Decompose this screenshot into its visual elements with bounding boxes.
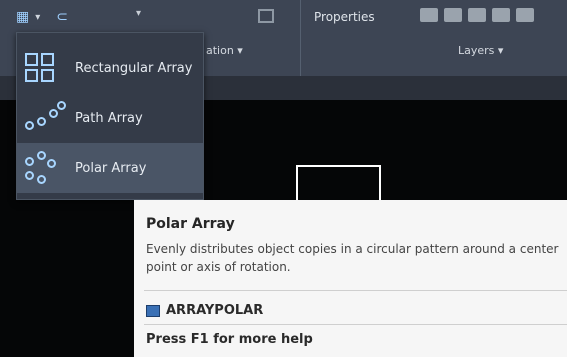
layer-tool-icon[interactable]: [444, 8, 462, 22]
menu-item-label: Rectangular Array: [75, 60, 193, 76]
tooltip-command: ARRAYPOLAR: [146, 303, 263, 318]
menu-item-polar-array[interactable]: Polar Array: [17, 143, 203, 193]
tooltip-divider: [144, 290, 567, 291]
tooltip-help-text: Press F1 for more help: [146, 332, 313, 347]
layers-panel-title[interactable]: Layers ▾: [458, 44, 503, 57]
layer-tool-icon[interactable]: [468, 8, 486, 22]
small-arrow-icon[interactable]: ▾: [136, 8, 141, 19]
array-icon[interactable]: ▦: [16, 9, 29, 25]
modify-panel-title[interactable]: ation ▾: [206, 44, 243, 57]
menu-item-label: Path Array: [75, 110, 143, 126]
table-icon[interactable]: [258, 9, 274, 23]
offset-icon[interactable]: ⊂: [56, 9, 68, 25]
layer-tool-icon[interactable]: [492, 8, 510, 22]
array-dropdown-menu: Rectangular Array Path Array Polar Array: [16, 32, 204, 200]
layer-tool-icon[interactable]: [516, 8, 534, 22]
properties-label[interactable]: Properties: [314, 10, 375, 24]
layer-tools: [420, 8, 534, 22]
polar-array-tooltip: Polar Array Evenly distributes object co…: [134, 200, 567, 357]
panel-separator: [300, 0, 301, 76]
tooltip-divider: [144, 324, 567, 325]
menu-item-path-array[interactable]: Path Array: [17, 93, 203, 143]
command-name: ARRAYPOLAR: [166, 303, 264, 318]
command-icon: [146, 304, 160, 317]
tooltip-description: Evenly distributes object copies in a ci…: [146, 242, 559, 274]
dropdown-arrow-icon[interactable]: ▾: [35, 12, 40, 23]
tooltip-title: Polar Array: [146, 216, 235, 232]
path-array-icon: [23, 101, 67, 135]
menu-item-label: Polar Array: [75, 160, 147, 176]
array-split-button[interactable]: ▦ ▾ ⊂: [16, 6, 68, 28]
menu-item-rectangular-array[interactable]: Rectangular Array: [17, 43, 203, 93]
polar-array-icon: [23, 151, 67, 185]
layer-tool-icon[interactable]: [420, 8, 438, 22]
rectangular-array-icon: [23, 51, 67, 85]
